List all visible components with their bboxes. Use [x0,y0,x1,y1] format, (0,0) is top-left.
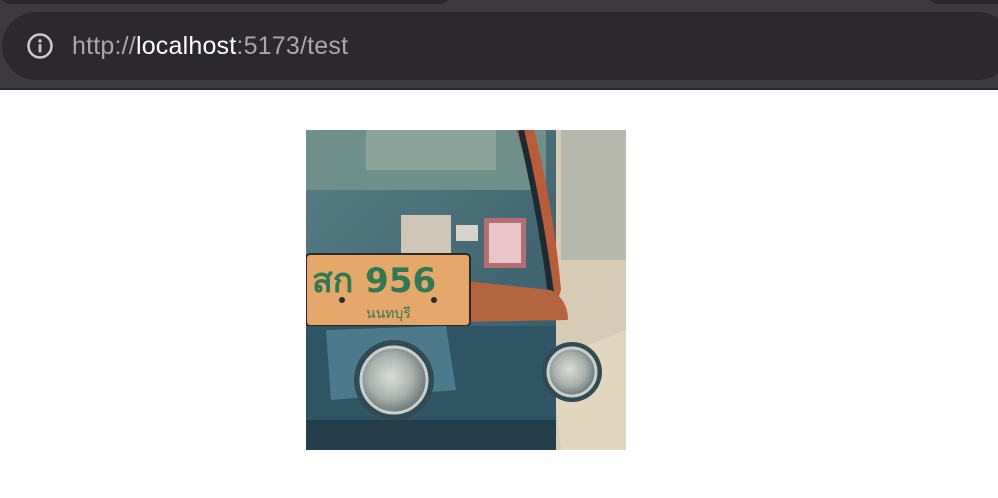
tab-strip-edge [0,0,450,4]
page-content: สก 956 นนทบุรี [0,90,998,498]
plate-number-text: สก 956 [312,261,436,301]
plate-province-text: นนทบุรี [366,306,411,322]
tab-strip-edge-right [928,0,998,4]
browser-toolbar: http://localhost:5173/test [0,0,998,90]
tuk-tuk-photo: สก 956 นนทบุรี [306,130,626,450]
url-text[interactable]: http://localhost:5173/test [72,32,348,61]
url-scheme: http:// [72,31,136,60]
url-host: localhost [135,31,237,60]
url-path: :5173/test [236,31,349,60]
info-icon[interactable] [26,32,54,60]
address-bar[interactable]: http://localhost:5173/test [2,12,998,80]
